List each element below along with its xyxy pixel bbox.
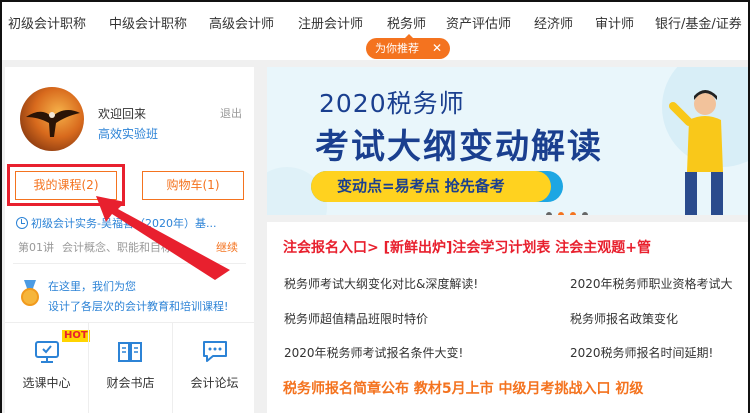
- tile-label: 选课中心: [22, 376, 71, 390]
- chat-icon: [203, 341, 227, 362]
- user-panel: 欢迎回来 退出 高效实验班 我的课程(2) 购物车(1) 初级会计实务-吴福喜（…: [5, 67, 254, 413]
- banner-slogan: 变动点=易考点 抢先备考: [311, 171, 551, 202]
- promo-line-2[interactable]: 设计了各层次的会计教育和培训课程!: [48, 298, 228, 314]
- banner-slogan-pill: 变动点=易考点 抢先备考: [311, 171, 563, 202]
- news-link[interactable]: 税务师考试大纲变化对比&深度解读!: [284, 275, 478, 292]
- recent-lesson: 第01讲 会计概念、职能和目标: [18, 239, 172, 255]
- nav-item-asset-appraiser[interactable]: 资产评估师: [446, 13, 511, 32]
- highlight-box: [7, 164, 125, 206]
- history-icon: [16, 217, 28, 229]
- book-icon: [118, 342, 142, 362]
- tile-label: 会计论坛: [190, 376, 239, 390]
- recent-course-link[interactable]: 初级会计实务-吴福喜（2020年）基...: [16, 215, 216, 231]
- nav-item-senior-accountant[interactable]: 高级会计师: [209, 13, 274, 32]
- tile-forum[interactable]: 会计论坛: [173, 323, 256, 413]
- lesson-title: 会计概念、职能和目标: [62, 241, 172, 254]
- news-panel: 注会报名入口> [新鲜出炉]注会学习计划表 注会主观题+管 税务师考试大纲变化对…: [267, 222, 748, 413]
- logout-link[interactable]: 退出: [220, 105, 242, 121]
- banner-headline: 考试大纲变动解读: [315, 127, 603, 167]
- eagle-silhouette-icon: [26, 110, 80, 137]
- welcome-text: 欢迎回来: [98, 107, 147, 121]
- class-name-link[interactable]: 高效实验班: [98, 125, 158, 142]
- nav-item-intermediate-accountant[interactable]: 中级会计职称: [109, 13, 187, 32]
- cart-button[interactable]: 购物车(1): [142, 171, 244, 200]
- hot-badge: HOT: [62, 330, 90, 342]
- person-illustration: [669, 90, 723, 215]
- tile-label: 财会书店: [106, 376, 155, 390]
- avatar[interactable]: [20, 87, 84, 151]
- close-icon[interactable]: ✕: [432, 38, 442, 59]
- nav-item-auditor[interactable]: 审计师: [595, 13, 634, 32]
- news-link[interactable]: 2020年税务师考试报名条件大变!: [284, 344, 463, 361]
- nav-item-tax-advisor[interactable]: 税务师: [387, 13, 426, 32]
- news-bottom-headline[interactable]: 税务师报名简章公布 教材5月上市 中级月考挑战入口 初级: [283, 378, 643, 398]
- nav-item-economist[interactable]: 经济师: [534, 13, 573, 32]
- nav-item-bank-fund-securities[interactable]: 银行/基金/证券: [655, 13, 742, 32]
- recent-course-title: 初级会计实务-吴福喜（2020年）基...: [31, 217, 217, 230]
- news-link[interactable]: 2020年税务师职业资格考试大: [570, 275, 733, 292]
- carousel-dot[interactable]: [558, 212, 564, 215]
- continue-link[interactable]: 继续: [216, 239, 238, 255]
- carousel-indicators: [546, 203, 594, 215]
- lesson-number: 第01讲: [18, 241, 54, 254]
- news-link[interactable]: 2020税务师报名时间延期!: [570, 344, 713, 361]
- nav-item-cpa[interactable]: 注册会计师: [298, 13, 363, 32]
- carousel-dot[interactable]: [546, 212, 552, 215]
- promo-line-1[interactable]: 在这里，我们为您: [48, 278, 136, 294]
- news-link[interactable]: 税务师超值精品班限时特价: [284, 310, 428, 327]
- recommend-label: 为你推荐: [375, 42, 419, 55]
- top-nav: 初级会计职称 中级会计职称 高级会计师 注册会计师 税务师 资产评估师 经济师 …: [2, 2, 748, 42]
- news-headline[interactable]: 注会报名入口> [新鲜出炉]注会学习计划表 注会主观题+管: [283, 237, 651, 257]
- banner-year: 2020税务师: [319, 89, 465, 118]
- news-link[interactable]: 税务师报名政策变化: [570, 310, 678, 327]
- nav-item-junior-accountant[interactable]: 初级会计职称: [8, 13, 86, 32]
- tile-bookstore[interactable]: 财会书店: [89, 323, 172, 413]
- carousel-dot[interactable]: [582, 212, 588, 215]
- recommend-badge[interactable]: 为你推荐 ✕: [366, 38, 450, 59]
- divider: [13, 263, 246, 264]
- medal-icon: [19, 280, 41, 306]
- monitor-icon: [35, 341, 59, 363]
- carousel-dot[interactable]: [570, 212, 576, 215]
- promo-banner[interactable]: 2020税务师 考试大纲变动解读 变动点=易考点 抢先备考: [267, 67, 748, 215]
